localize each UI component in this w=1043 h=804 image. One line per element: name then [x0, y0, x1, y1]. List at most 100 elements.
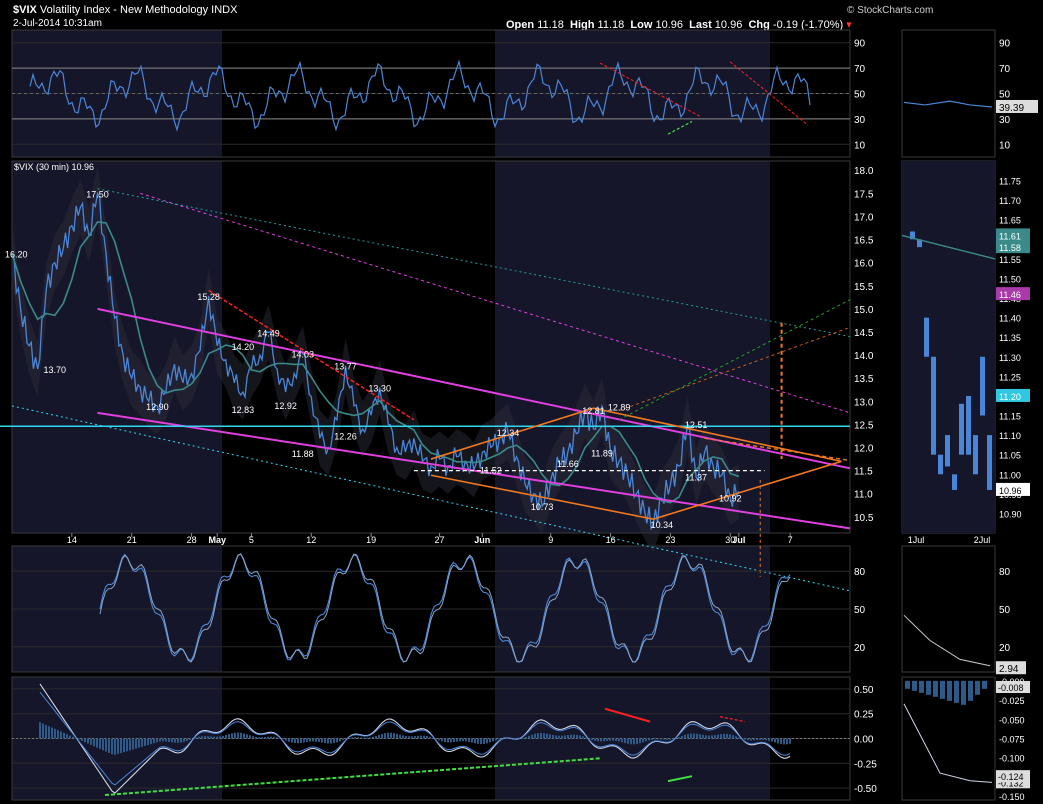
chart-canvas[interactable]: 10 10 30 30 50 50 70 70 90 90 39.39 10.5 11.0 11.5 12.…: [0, 0, 1043, 804]
price-tick-label: 12.5: [854, 420, 874, 431]
side-rsi-tick-label: 30: [999, 115, 1011, 126]
side-macd-tick-label: -0.100: [999, 754, 1025, 764]
side-macd-line: [903, 703, 993, 783]
price-tick-label: 18.0: [854, 166, 874, 177]
side-rsi-line: [903, 100, 993, 108]
x-tick-label: 12: [306, 535, 316, 545]
side-macd-histogram-bar: [905, 680, 910, 689]
price-annotation: 11.89: [591, 449, 613, 459]
price-annotation: 10.34: [651, 520, 674, 530]
side-rsi-tick-label: 10: [999, 140, 1011, 151]
price-tick-label: 15.0: [854, 305, 874, 316]
side-price-tick-label: 11.50: [999, 274, 1021, 284]
side-rsi-tick-label: 50: [999, 90, 1011, 101]
price-legend: $VIX (30 min) 10.96: [14, 162, 94, 172]
rsi-tick-label: 10: [854, 140, 866, 151]
side-macd-tick-label: -0.150: [999, 792, 1025, 802]
side-panel-frame: [901, 545, 996, 673]
x-tick-label: May: [208, 535, 226, 545]
price-annotation: 11.88: [292, 449, 314, 459]
side-macd-histogram-bar: [919, 680, 924, 693]
side-macd-value: -0.124: [998, 772, 1024, 782]
macd-tick-label: 0.50: [854, 685, 874, 696]
price-annotation: 12.51: [685, 420, 708, 430]
price-tick-label: 12.0: [854, 444, 874, 455]
x-tick-label: 9: [548, 535, 553, 545]
side-price-value: 11.46: [999, 290, 1021, 300]
side-stoch-tick-label: 50: [999, 605, 1011, 616]
rsi-tick-label: 50: [854, 90, 866, 101]
price-annotation: 11.66: [557, 459, 579, 469]
x-tick-label: 21: [127, 535, 137, 545]
side-macd-tick-label: -0.050: [999, 715, 1025, 725]
price-tick-label: 10.5: [854, 513, 874, 524]
rsi-tick-label: 90: [854, 39, 866, 50]
side-macd-histogram-bar: [968, 680, 973, 701]
side-price-tick-label: 11.40: [999, 314, 1021, 324]
macd-tick-label: -0.25: [854, 759, 877, 770]
side-candle: [924, 317, 929, 357]
price-tick-label: 11.5: [854, 467, 873, 478]
side-candle: [973, 435, 978, 475]
side-macd-tick-label: -0.075: [999, 735, 1025, 745]
side-stoch-line: [903, 614, 991, 667]
price-annotation: 17.50: [86, 189, 109, 199]
macd-tick-label: 0.25: [854, 710, 874, 721]
side-price-tick-label: 11.15: [999, 412, 1021, 422]
side-candle: [945, 435, 950, 467]
x-tick-label: 14: [67, 535, 77, 545]
side-price-value: 10.96: [999, 486, 1022, 496]
side-panel-shade: [902, 161, 995, 533]
price-tick-label: 17.0: [854, 212, 874, 223]
side-price-value: 11.58: [999, 243, 1021, 253]
side-price-tick-label: 11.10: [999, 431, 1021, 441]
price-annotation: 13.77: [334, 362, 357, 372]
price-annotation: 14.49: [257, 328, 280, 338]
price-tick-label: 13.0: [854, 397, 874, 408]
side-candle: [938, 454, 943, 475]
side-price-tick-label: 11.35: [999, 333, 1021, 343]
price-annotation: 12.83: [232, 405, 255, 415]
side-stoch-tick-label: 80: [999, 567, 1011, 578]
x-tick-label: 7: [788, 535, 793, 545]
side-x-tick-label: 1Jul: [908, 535, 925, 545]
side-candle: [980, 356, 985, 416]
side-candle: [959, 403, 964, 455]
price-annotation: 12.90: [146, 402, 169, 412]
x-tick-label: 16: [606, 535, 616, 545]
price-annotation: 12.81: [582, 406, 605, 416]
side-macd-histogram-bar: [975, 680, 980, 695]
x-tick-label: 5: [249, 535, 254, 545]
price-annotation: 11.52: [480, 466, 502, 476]
price-annotation: 12.34: [497, 428, 520, 438]
side-price-tick-label: 11.00: [999, 470, 1021, 480]
side-price-tick-label: 11.30: [999, 353, 1021, 363]
side-price-value: 11.20: [999, 392, 1021, 402]
side-macd-value: -0.008: [998, 683, 1024, 693]
side-panel-frame: [901, 29, 996, 158]
side-candle: [952, 474, 957, 490]
side-macd-histogram-bar: [933, 680, 938, 697]
price-annotation: 12.92: [274, 401, 297, 411]
price-tick-label: 13.5: [854, 374, 874, 385]
side-macd-histogram-bar: [954, 680, 959, 703]
price-annotation: 14.03: [291, 350, 314, 360]
stoch-tick-label: 80: [854, 567, 866, 578]
side-stoch-value: 2.94: [999, 664, 1019, 675]
price-annotation: 12.26: [334, 431, 357, 441]
side-rsi-tick-label: 70: [999, 64, 1011, 75]
price-tick-label: 14.5: [854, 328, 874, 339]
macd-tick-label: -0.50: [854, 784, 877, 795]
side-x-tick-label: 2Jul: [974, 535, 991, 545]
side-stoch-tick-label: 20: [999, 643, 1011, 654]
price-annotation: 14.20: [232, 342, 255, 352]
x-tick-label: 27: [435, 535, 445, 545]
price-tick-label: 16.5: [854, 236, 874, 247]
macd-tick-label: 0.00: [854, 735, 874, 746]
side-rsi-value: 39.39: [999, 103, 1024, 114]
rsi-tick-label: 70: [854, 64, 866, 75]
price-annotation: 10.73: [531, 502, 554, 512]
rsi-tick-label: 30: [854, 115, 866, 126]
price-annotation: 10.92: [719, 493, 742, 503]
price-tick-label: 16.0: [854, 259, 874, 270]
